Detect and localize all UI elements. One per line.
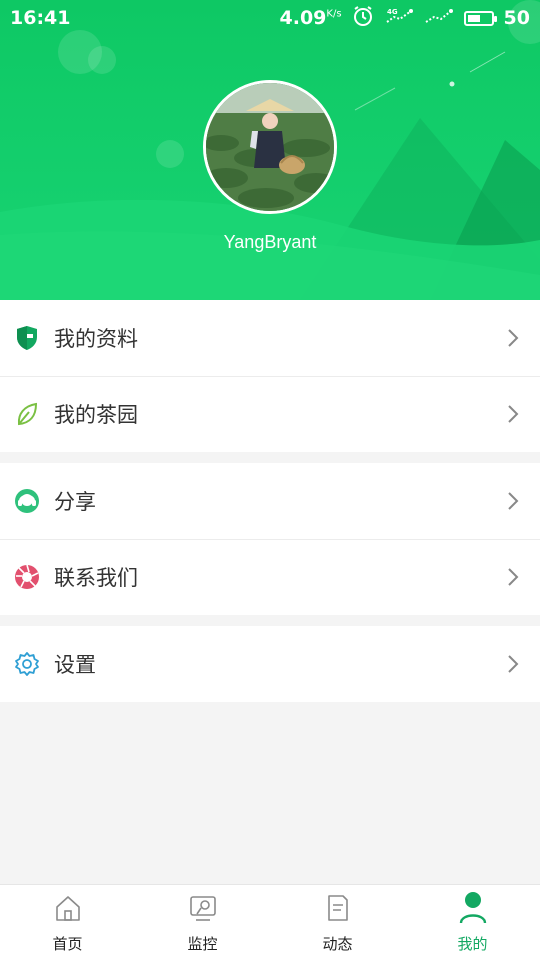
avatar[interactable] [203, 80, 337, 214]
menu-label-my-tea-garden: 我的茶园 [54, 403, 138, 427]
chevron-right-icon [508, 655, 519, 673]
tab-label-feed: 动态 [322, 935, 353, 953]
menu-group-social: 分享 联系我们 [0, 463, 540, 615]
status-time: 16:41 [10, 7, 71, 29]
menu-item-my-profile[interactable]: 我的资料 [0, 300, 540, 376]
tab-feed[interactable]: 动态 [270, 885, 405, 960]
tab-label-home: 首页 [52, 935, 83, 953]
tab-label-monitor: 监控 [187, 935, 218, 953]
network-speed-unit: K/s [326, 8, 342, 20]
menu-item-settings[interactable]: 设置 [0, 626, 540, 702]
menu-label-my-profile: 我的资料 [54, 327, 138, 351]
menu-group-profile: 我的资料 我的茶园 [0, 300, 540, 452]
home-icon [53, 891, 83, 925]
chevron-right-icon [508, 568, 519, 586]
signal-4g-icon: 4G [384, 6, 414, 31]
chevron-right-icon [508, 329, 519, 347]
svg-text:4G: 4G [387, 8, 398, 16]
chevron-right-icon [508, 492, 519, 510]
menu-label-share: 分享 [54, 490, 96, 514]
tab-label-me: 我的 [457, 935, 488, 953]
shield-icon [14, 325, 40, 351]
network-speed: 4.09K/s [280, 7, 342, 29]
chevron-right-icon [508, 405, 519, 423]
battery-icon [463, 10, 497, 26]
tab-home[interactable]: 首页 [0, 885, 135, 960]
menu-item-my-tea-garden[interactable]: 我的茶园 [0, 376, 540, 452]
bottom-tab-bar: 首页 监控 动态 我的 [0, 884, 540, 960]
menu-label-settings: 设置 [54, 653, 96, 677]
aperture-icon [14, 564, 40, 590]
headset-icon [14, 488, 40, 514]
menu-item-contact-us[interactable]: 联系我们 [0, 539, 540, 615]
gear-icon [14, 651, 40, 677]
tab-me[interactable]: 我的 [405, 885, 540, 960]
battery-level: 50 [503, 7, 530, 29]
status-bar: 16:41 4.09K/s 4G 50 [0, 0, 540, 36]
alarm-icon [352, 5, 374, 32]
tab-monitor[interactable]: 监控 [135, 885, 270, 960]
menu-group-settings: 设置 [0, 626, 540, 702]
username: YangBryant [223, 232, 317, 252]
monitor-icon [188, 891, 218, 925]
network-speed-value: 4.09 [279, 7, 327, 29]
leaf-icon [14, 401, 40, 427]
person-icon [458, 891, 488, 925]
signal-icon [424, 6, 454, 31]
menu-item-share[interactable]: 分享 [0, 463, 540, 539]
document-icon [323, 891, 353, 925]
menu-label-contact-us: 联系我们 [54, 566, 138, 590]
profile-header: 16:41 4.09K/s 4G 50 YangBryant [0, 0, 540, 300]
avatar-photo [206, 83, 334, 211]
